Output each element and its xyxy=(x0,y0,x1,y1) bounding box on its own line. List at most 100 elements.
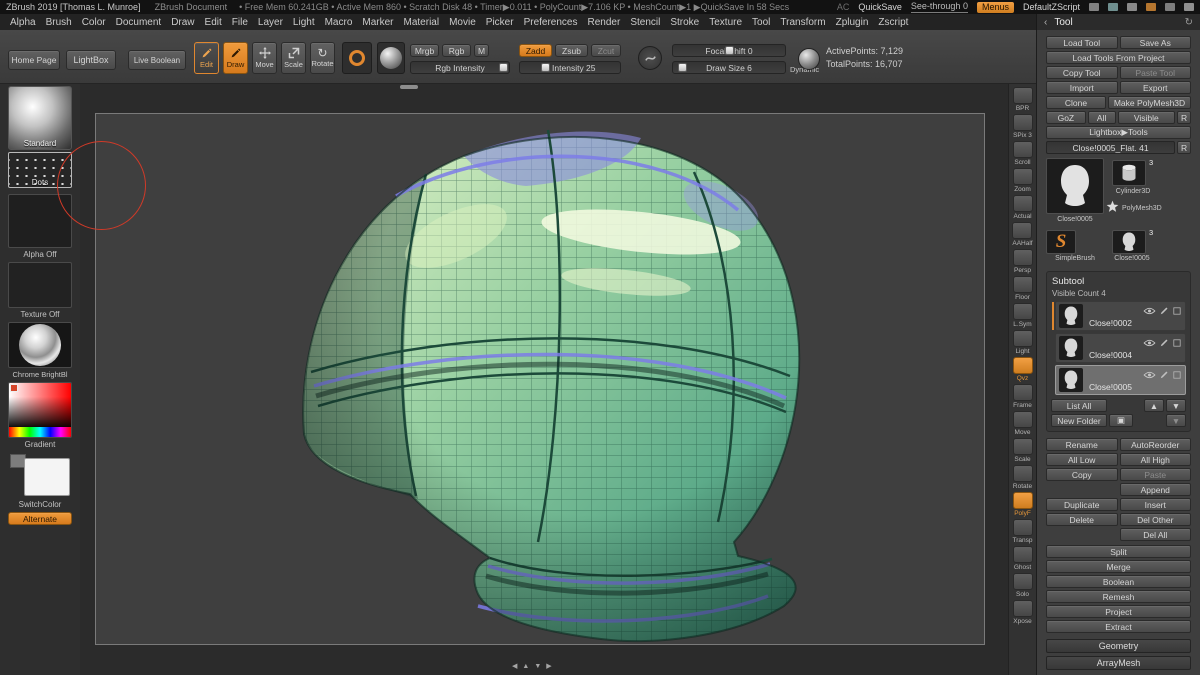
tool-r-button[interactable]: R xyxy=(1177,141,1191,154)
del-all-button[interactable]: Del All xyxy=(1120,528,1192,541)
subtool-item-close-0002[interactable]: Close!0002 xyxy=(1055,301,1186,331)
switch-color-widget[interactable] xyxy=(8,452,72,498)
eye-icon[interactable] xyxy=(1143,339,1156,350)
menu-item-transform[interactable]: Transform xyxy=(775,17,830,28)
export-button[interactable]: Export xyxy=(1120,81,1192,94)
menu-item-macro[interactable]: Macro xyxy=(320,17,358,28)
shelf-zoom[interactable]: Zoom xyxy=(1013,168,1033,193)
folder-out-button[interactable]: ▣ xyxy=(1109,414,1133,427)
tool-thumbnail-close0005[interactable] xyxy=(1112,230,1146,254)
poly-icon[interactable] xyxy=(1173,307,1181,318)
menu-item-file[interactable]: File xyxy=(227,17,253,28)
subtool-down-button[interactable]: ▼ xyxy=(1166,399,1186,412)
slider-knob[interactable] xyxy=(678,63,687,72)
move-button[interactable]: Move xyxy=(252,42,277,74)
nav-updown-icon[interactable]: ▲▼ xyxy=(522,663,546,670)
config-icon[interactable] xyxy=(1165,3,1175,11)
depth-sphere-icon[interactable] xyxy=(798,48,820,70)
brush-icon[interactable] xyxy=(1160,306,1169,318)
home-page-button[interactable]: Home Page xyxy=(8,50,60,70)
shelf-spix-3[interactable]: SPix 3 xyxy=(1013,114,1033,139)
shelf-qvz[interactable]: Qvz xyxy=(1013,357,1033,382)
goz-all-button[interactable]: All xyxy=(1088,111,1116,124)
menu-item-draw[interactable]: Draw xyxy=(166,17,199,28)
shelf-aahalf[interactable]: AAHalf xyxy=(1012,222,1032,247)
palette-header-geometry[interactable]: Geometry xyxy=(1046,639,1191,653)
menu-item-stroke[interactable]: Stroke xyxy=(665,17,704,28)
menu-item-preferences[interactable]: Preferences xyxy=(519,17,583,28)
goz-button[interactable]: GoZ xyxy=(1046,111,1086,124)
alternate-button[interactable]: Alternate xyxy=(8,512,72,525)
del-other-button[interactable]: Del Other xyxy=(1120,513,1192,526)
sculpt-model[interactable] xyxy=(96,114,986,646)
load-tool-button[interactable]: Load Tool xyxy=(1046,36,1118,49)
shelf-persp[interactable]: Persp xyxy=(1013,249,1033,274)
color-field[interactable] xyxy=(9,383,71,429)
autoreorder-button[interactable]: AutoReorder xyxy=(1120,438,1192,451)
palette-header-arraymesh[interactable]: ArrayMesh xyxy=(1046,656,1191,670)
m-button[interactable]: M xyxy=(474,44,489,57)
default-zscript-button[interactable]: DefaultZScript xyxy=(1023,2,1080,12)
focal-shift-slider[interactable]: Focal Shift 0 xyxy=(672,44,786,57)
menu-item-picker[interactable]: Picker xyxy=(481,17,519,28)
menu-item-color[interactable]: Color xyxy=(77,17,111,28)
lightbox-tools-button[interactable]: Lightbox▶Tools xyxy=(1046,126,1191,139)
menu-item-movie[interactable]: Movie xyxy=(444,17,481,28)
extract-button[interactable]: Extract xyxy=(1046,620,1191,633)
z-intensity-slider[interactable]: Z Intensity 25 xyxy=(519,61,621,74)
list-all-button[interactable]: List All xyxy=(1051,399,1107,412)
window-icon[interactable] xyxy=(1089,3,1099,11)
shelf-l-sym[interactable]: L.Sym xyxy=(1013,303,1033,328)
all-high-button[interactable]: All High xyxy=(1120,453,1192,466)
all-low-button[interactable]: All Low xyxy=(1046,453,1118,466)
rename-button[interactable]: Rename xyxy=(1046,438,1118,451)
document-area[interactable] xyxy=(95,113,985,645)
viewport[interactable]: ◀▲▼▶ xyxy=(80,84,1008,675)
rgb-button[interactable]: Rgb xyxy=(442,44,471,57)
import-button[interactable]: Import xyxy=(1046,81,1118,94)
rotate-button[interactable]: ↻ Rotate xyxy=(310,42,335,74)
draw-button[interactable]: Draw xyxy=(223,42,248,74)
shelf-scale[interactable]: Scale xyxy=(1013,438,1033,463)
brush-icon[interactable] xyxy=(1160,370,1169,382)
shelf-move[interactable]: Move xyxy=(1013,411,1033,436)
grid-icon[interactable] xyxy=(1127,3,1137,11)
goz-r-button[interactable]: R xyxy=(1177,111,1191,124)
menu-item-layer[interactable]: Layer xyxy=(253,17,288,28)
copy-tool-button[interactable]: Copy Tool xyxy=(1046,66,1118,79)
active-tool-thumbnail[interactable] xyxy=(1046,158,1104,214)
split-button[interactable]: Split xyxy=(1046,545,1191,558)
palette-icon[interactable] xyxy=(1108,3,1118,11)
tool-thumbnail-cylinder3d[interactable] xyxy=(1112,160,1146,186)
brush-icon[interactable] xyxy=(1160,338,1169,350)
zadd-button[interactable]: Zadd xyxy=(519,44,552,57)
layers-icon[interactable] xyxy=(1146,3,1156,11)
canvas-scroll-nub[interactable] xyxy=(400,85,418,89)
active-tool-name-field[interactable]: Close!0005_Flat. 41 xyxy=(1046,141,1175,154)
shelf-polyf[interactable]: PolyF xyxy=(1013,492,1033,517)
merge-button[interactable]: Merge xyxy=(1046,560,1191,573)
current-material-tile[interactable] xyxy=(377,42,405,74)
delete-button[interactable]: Delete xyxy=(1046,513,1118,526)
project-button[interactable]: Project xyxy=(1046,605,1191,618)
zsub-button[interactable]: Zsub xyxy=(555,44,588,57)
subtool-item-close-0005[interactable]: Close!0005 xyxy=(1055,365,1186,395)
quicksave-button[interactable]: QuickSave xyxy=(858,2,902,12)
subtool-header[interactable]: Subtool xyxy=(1052,276,1186,287)
current-brush-thumbnail[interactable]: Standard xyxy=(8,86,72,150)
live-boolean-button[interactable]: Live Boolean xyxy=(128,50,186,70)
see-through-slider[interactable]: See-through 0 xyxy=(911,1,968,13)
poly-icon[interactable] xyxy=(1173,371,1181,382)
canvas-nav-arrows[interactable]: ◀▲▼▶ xyxy=(512,662,557,670)
shelf-actual[interactable]: Actual xyxy=(1013,195,1033,220)
poly-icon[interactable] xyxy=(1173,339,1181,350)
insert-button[interactable]: Insert xyxy=(1120,498,1192,511)
tool-thumbnail-polymesh3d[interactable]: PolyMesh3D xyxy=(1106,200,1162,216)
shelf-bpr[interactable]: BPR xyxy=(1013,87,1033,112)
hue-bar[interactable] xyxy=(9,427,71,437)
menu-item-stencil[interactable]: Stencil xyxy=(625,17,665,28)
stroke-curve-icon[interactable] xyxy=(638,46,662,70)
shelf-solo[interactable]: Solo xyxy=(1013,573,1033,598)
subtool-item-close-0004[interactable]: Close!0004 xyxy=(1055,333,1186,363)
primary-color-swatch[interactable] xyxy=(24,458,70,496)
